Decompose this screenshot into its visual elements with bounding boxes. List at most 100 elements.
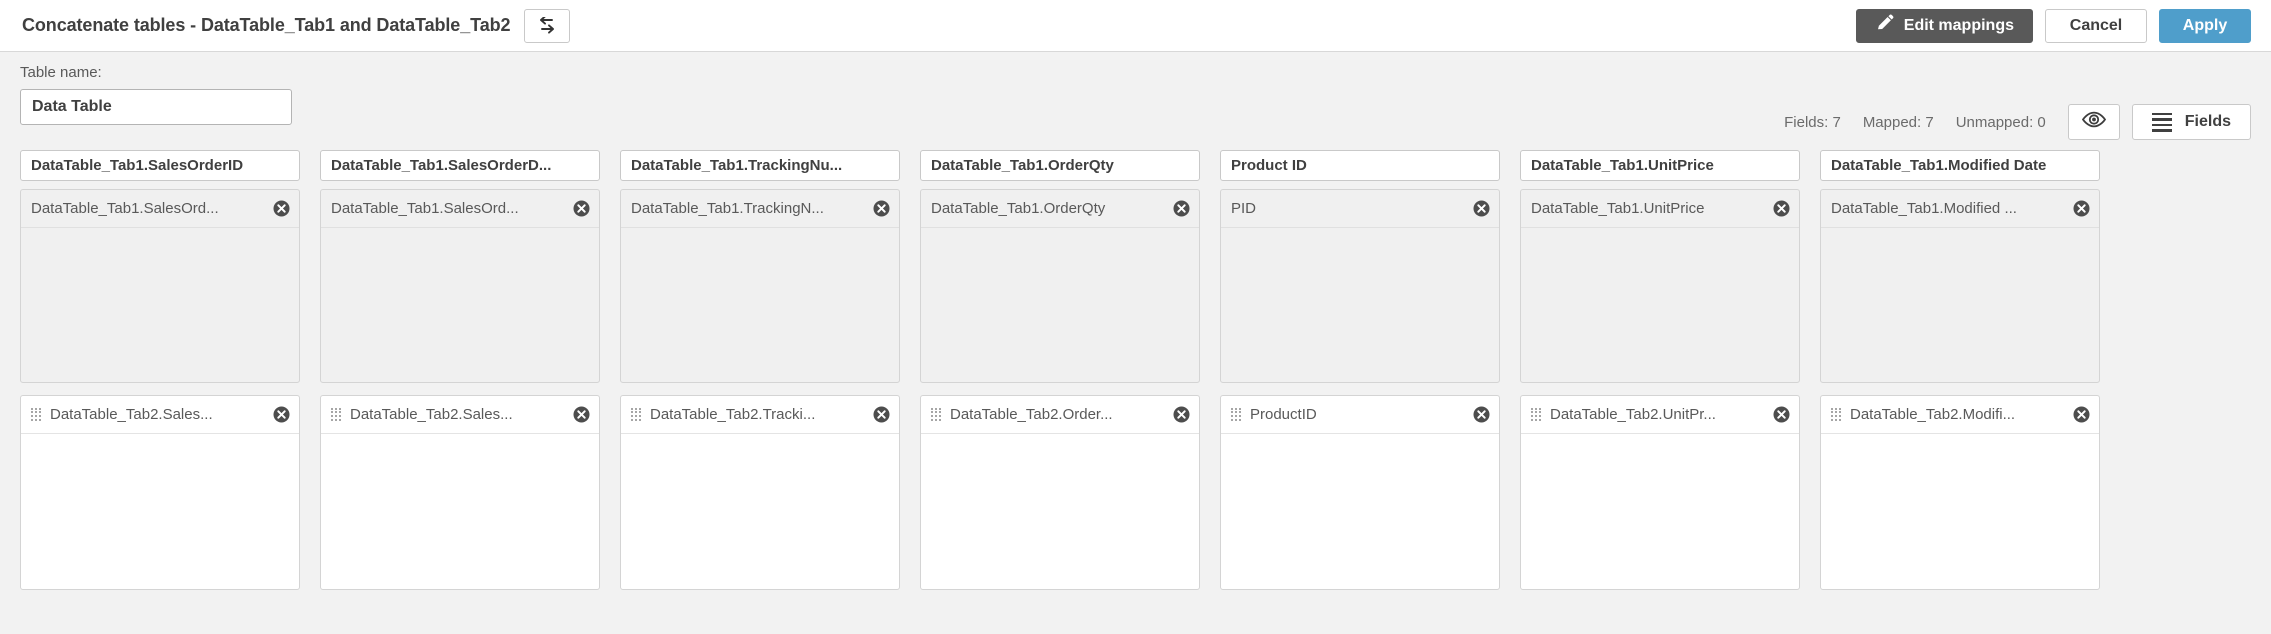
drag-handle-icon[interactable] [31,407,42,422]
target-drop-zone[interactable]: DataTable_Tab2.Sales... [20,395,300,590]
field-chip-label: DataTable_Tab1.TrackingN... [631,200,824,217]
drag-handle-icon[interactable] [1831,407,1842,422]
swap-tables-button[interactable] [524,8,571,43]
drag-handle-icon[interactable] [331,407,342,422]
table-name-label: Table name: [20,64,102,81]
close-circle-icon[interactable] [273,406,290,423]
close-circle-icon[interactable] [1473,200,1490,217]
column-header[interactable]: DataTable_Tab1.UnitPrice [1520,150,1800,181]
mapped-count: Mapped: 7 [1862,113,1934,131]
mapping-column: DataTable_Tab1.SalesOrderD... DataTable_T… [310,150,610,590]
dialog-header: Concatenate tables - DataTable_Tab1 and … [0,0,2271,52]
close-circle-icon[interactable] [873,200,890,217]
field-chip-label: DataTable_Tab1.SalesOrd... [31,200,219,217]
close-circle-icon[interactable] [1773,406,1790,423]
column-header[interactable]: Product ID [1220,150,1500,181]
field-chip[interactable]: DataTable_Tab1.SalesOrd... [321,190,599,228]
field-stats-bar: Fields: 7 Mapped: 7 Unmapped: 0 Fields [1784,104,2251,140]
unmapped-count: Unmapped: 0 [1955,113,2046,131]
source-drop-zone[interactable]: DataTable_Tab1.UnitPrice [1520,189,1800,383]
field-chip-label: DataTable_Tab2.UnitPr... [1550,406,1716,423]
field-chip[interactable]: DataTable_Tab2.Sales... [321,396,599,434]
field-chip[interactable]: ProductID [1221,396,1499,434]
field-chip[interactable]: DataTable_Tab2.Order... [921,396,1199,434]
close-circle-icon[interactable] [2073,406,2090,423]
field-chip-label: DataTable_Tab1.OrderQty [931,200,1106,217]
target-drop-zone[interactable]: DataTable_Tab2.UnitPr... [1520,395,1800,590]
target-drop-zone[interactable]: DataTable_Tab2.Sales... [320,395,600,590]
close-circle-icon[interactable] [273,200,290,217]
fields-count: Fields: 7 [1784,113,1841,131]
mapping-column: DataTable_Tab1.SalesOrderID DataTable_Tab… [10,150,310,590]
drag-handle-icon[interactable] [631,407,642,422]
column-header[interactable]: DataTable_Tab1.TrackingNu... [620,150,900,181]
field-chip[interactable]: DataTable_Tab1.SalesOrd... [21,190,299,228]
fields-button[interactable]: Fields [2131,104,2251,140]
field-chip[interactable]: DataTable_Tab2.Sales... [21,396,299,434]
column-header[interactable]: DataTable_Tab1.Modified Date [1820,150,2100,181]
field-chip-label: DataTable_Tab2.Sales... [50,406,213,423]
field-chip[interactable]: DataTable_Tab1.Modified ... [1821,190,2099,228]
close-circle-icon[interactable] [1173,406,1190,423]
field-chip[interactable]: DataTable_Tab1.OrderQty [921,190,1199,228]
source-drop-zone[interactable]: DataTable_Tab1.Modified ... [1820,189,2100,383]
field-chip-label: DataTable_Tab2.Sales... [350,406,513,423]
edit-mappings-label: Edit mappings [1903,17,2014,34]
page-title: Concatenate tables - DataTable_Tab1 and … [22,15,511,35]
edit-mappings-button[interactable]: Edit mappings [1855,9,2033,43]
field-chip[interactable]: DataTable_Tab2.UnitPr... [1521,396,1799,434]
drag-handle-icon[interactable] [1531,407,1542,422]
drag-handle-icon[interactable] [1231,407,1242,422]
column-header[interactable]: DataTable_Tab1.SalesOrderD... [320,150,600,181]
field-chip[interactable]: DataTable_Tab1.TrackingN... [621,190,899,228]
mapping-column: DataTable_Tab1.UnitPrice DataTable_Tab1.U… [1510,150,1810,590]
field-chip[interactable]: DataTable_Tab1.UnitPrice [1521,190,1799,228]
close-circle-icon[interactable] [1173,200,1190,217]
field-chip-label: DataTable_Tab1.SalesOrd... [331,200,519,217]
field-chip-label: PID [1231,200,1257,217]
column-header[interactable]: DataTable_Tab1.SalesOrderID [20,150,300,181]
preview-button[interactable] [2067,104,2120,140]
mapping-column: DataTable_Tab1.Modified Date DataTable_Ta… [1810,150,2110,590]
table-name-input[interactable] [20,89,292,125]
table-name-section: Table name: Fields: 7 Mapped: 7 Unmapped… [0,52,2271,150]
source-drop-zone[interactable]: DataTable_Tab1.OrderQty [920,189,1200,383]
drag-handle-icon[interactable] [931,407,942,422]
field-chip-label: DataTable_Tab2.Order... [950,406,1113,423]
field-chip-label: DataTable_Tab2.Tracki... [650,406,816,423]
pencil-icon [1875,14,1894,38]
close-circle-icon[interactable] [573,406,590,423]
field-chip-label: ProductID [1250,406,1317,423]
field-chip-label: DataTable_Tab1.UnitPrice [1531,200,1705,217]
close-circle-icon[interactable] [573,200,590,217]
close-circle-icon[interactable] [873,406,890,423]
swap-arrows-icon [536,16,558,35]
field-chip-label: DataTable_Tab2.Modifi... [1850,406,2016,423]
eye-icon [2081,111,2107,133]
hamburger-icon [2151,112,2172,132]
mapping-columns: DataTable_Tab1.SalesOrderID DataTable_Tab… [0,150,2271,590]
source-drop-zone[interactable]: DataTable_Tab1.SalesOrd... [20,189,300,383]
field-chip[interactable]: DataTable_Tab2.Tracki... [621,396,899,434]
field-chip-label: DataTable_Tab1.Modified ... [1831,200,2017,217]
source-drop-zone[interactable]: DataTable_Tab1.TrackingN... [620,189,900,383]
mapping-column: Product ID PID ProductID [1210,150,1510,590]
fields-button-label: Fields [2184,113,2231,130]
target-drop-zone[interactable]: DataTable_Tab2.Order... [920,395,1200,590]
target-drop-zone[interactable]: ProductID [1220,395,1500,590]
source-drop-zone[interactable]: DataTable_Tab1.SalesOrd... [320,189,600,383]
source-drop-zone[interactable]: PID [1220,189,1500,383]
close-circle-icon[interactable] [2073,200,2090,217]
field-chip[interactable]: PID [1221,190,1499,228]
close-circle-icon[interactable] [1473,406,1490,423]
close-circle-icon[interactable] [1773,200,1790,217]
field-chip[interactable]: DataTable_Tab2.Modifi... [1821,396,2099,434]
target-drop-zone[interactable]: DataTable_Tab2.Tracki... [620,395,900,590]
column-header[interactable]: DataTable_Tab1.OrderQty [920,150,1200,181]
dialog-actions: Edit mappings Cancel Apply [1855,0,2251,52]
apply-button[interactable]: Apply [2159,9,2251,43]
mapping-column: DataTable_Tab1.OrderQty DataTable_Tab1.Or… [910,150,1210,590]
cancel-button[interactable]: Cancel [2045,9,2147,43]
target-drop-zone[interactable]: DataTable_Tab2.Modifi... [1820,395,2100,590]
mapping-column: DataTable_Tab1.TrackingNu... DataTable_Ta… [610,150,910,590]
